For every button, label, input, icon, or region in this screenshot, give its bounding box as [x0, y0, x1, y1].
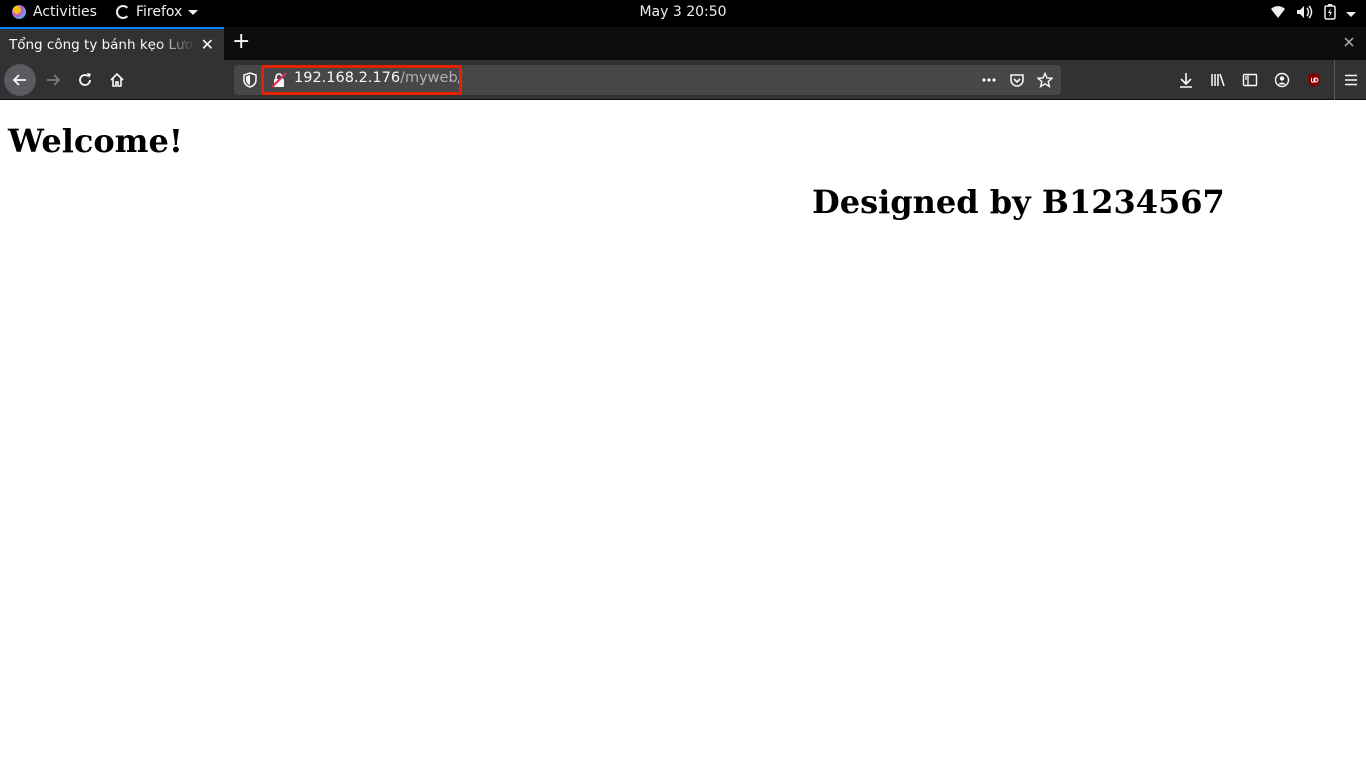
chevron-down-icon [188, 9, 199, 15]
account-icon [1274, 72, 1290, 88]
reload-icon [79, 73, 91, 86]
sidebar-icon [1242, 73, 1258, 87]
toolbar-right-buttons [1170, 60, 1366, 100]
home-button[interactable] [102, 65, 132, 95]
url-bar[interactable]: 192.168.2.176/myweb/ [234, 65, 1061, 95]
window-close-icon[interactable] [1344, 36, 1354, 50]
tab-active[interactable]: Tổng công ty bánh kẹo Lươn ✕ [0, 27, 224, 60]
downloads-button[interactable] [1170, 60, 1202, 100]
activities-label: Activities [33, 4, 97, 20]
back-button[interactable] [4, 64, 36, 96]
library-button[interactable] [1202, 60, 1234, 100]
account-button[interactable] [1266, 60, 1298, 100]
hamburger-menu-icon [1344, 74, 1357, 86]
arrow-left-icon [12, 74, 26, 86]
activities-button[interactable]: Activities [12, 4, 97, 20]
insecure-lock-icon[interactable] [271, 72, 287, 92]
download-icon [1180, 73, 1192, 88]
volume-icon [1296, 5, 1314, 23]
page-heading: Welcome! [8, 122, 183, 160]
tab-strip: Tổng công ty bánh kẹo Lươn ✕ + [0, 27, 1366, 60]
tab-close-icon[interactable]: ✕ [201, 35, 214, 54]
arrow-right-icon [47, 74, 61, 86]
app-menu-button[interactable]: Firefox [116, 4, 199, 20]
system-tray[interactable] [1270, 4, 1356, 24]
reload-button[interactable] [70, 65, 100, 95]
app-menu-label: Firefox [136, 4, 183, 20]
designer-credit: Designed by B1234567 [812, 183, 1225, 221]
page-actions-menu-icon[interactable] [979, 70, 999, 90]
url-host: 192.168.2.176 [294, 70, 401, 86]
sidebar-button[interactable] [1234, 60, 1266, 100]
url-path: /myweb/ [400, 70, 463, 86]
ublock-shield-icon [1308, 73, 1320, 87]
library-icon [1211, 73, 1225, 87]
bookmark-star-icon[interactable] [1035, 70, 1055, 90]
tracking-protection-shield-icon[interactable] [243, 72, 257, 92]
tab-title: Tổng công ty bánh kẹo Lươn [9, 36, 195, 53]
clock: May 3 20:50 [0, 4, 1366, 20]
url-text[interactable]: 192.168.2.176/myweb/ [294, 70, 463, 86]
forward-button[interactable] [38, 65, 68, 95]
clock-label[interactable]: May 3 20:50 [639, 4, 726, 20]
wifi-icon [1270, 5, 1286, 23]
battery-icon [1324, 4, 1336, 24]
new-tab-button[interactable]: + [232, 30, 250, 54]
ublock-origin-button[interactable] [1298, 60, 1330, 100]
page-actions [979, 70, 1055, 90]
gnome-icon [12, 5, 26, 19]
system-menu-caret-icon [1346, 11, 1356, 17]
home-icon [110, 72, 124, 87]
open-menu-button[interactable] [1334, 60, 1366, 100]
page-content: Welcome! Designed by B1234567 [0, 101, 1366, 768]
gnome-top-bar: Activities Firefox May 3 20:50 [0, 0, 1366, 27]
firefox-icon [116, 5, 130, 19]
pocket-icon[interactable] [1007, 70, 1027, 90]
